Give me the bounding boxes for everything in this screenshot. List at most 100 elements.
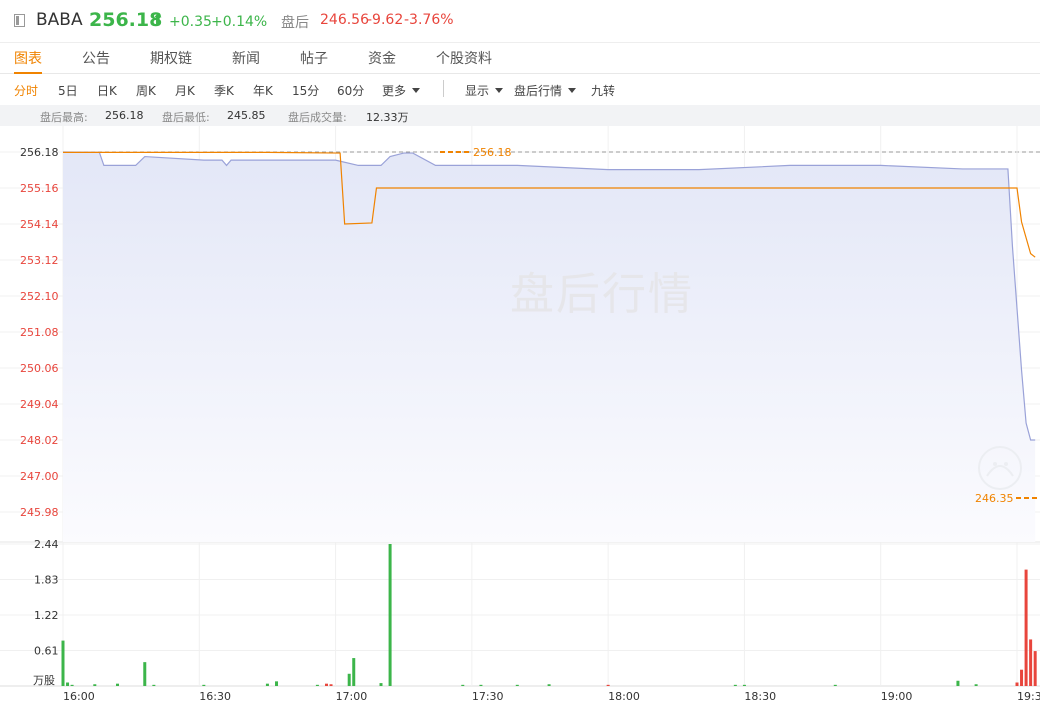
price-tick-label: 245.98 bbox=[20, 506, 59, 519]
after-hours-change-pct: -3.76% bbox=[404, 12, 454, 28]
chevron-down-icon bbox=[412, 88, 421, 93]
tab-chart[interactable]: 图表 bbox=[14, 48, 42, 74]
volume-bar bbox=[324, 683, 328, 686]
time-tick-label: 18:00 bbox=[608, 690, 640, 703]
volume-tick-label: 2.44 bbox=[34, 538, 59, 551]
period-month-k[interactable]: 月K bbox=[175, 82, 195, 99]
volume-bar bbox=[479, 684, 483, 686]
volume-tick-label: 1.83 bbox=[34, 574, 59, 587]
volume-bar bbox=[66, 682, 70, 686]
quote-header: BABA 256.18 ⬆ +0.35 +0.14% 盘后 246.56 -9.… bbox=[0, 0, 1040, 43]
volume-bar bbox=[606, 684, 610, 686]
volume-bar bbox=[956, 680, 960, 686]
volume-bar bbox=[70, 684, 74, 686]
volume-bar bbox=[202, 684, 206, 686]
tab-capital[interactable]: 资金 bbox=[368, 48, 396, 72]
time-tick-label: 16:00 bbox=[63, 690, 95, 703]
more-label: 更多 bbox=[382, 84, 407, 98]
volume-bar bbox=[515, 684, 519, 686]
tab-news[interactable]: 新闻 bbox=[232, 48, 260, 72]
volume-bar bbox=[1024, 569, 1028, 686]
volume-bar bbox=[93, 684, 97, 686]
price-tick-label: 250.06 bbox=[20, 362, 59, 375]
period-quarter-k[interactable]: 季K bbox=[214, 82, 234, 99]
time-tick-label: 18:30 bbox=[744, 690, 776, 703]
volume-tick-label: 0.61 bbox=[34, 645, 59, 658]
chevron-down-icon bbox=[568, 88, 577, 93]
time-tick-label: 17:30 bbox=[472, 690, 504, 703]
divider bbox=[443, 80, 444, 97]
volume-bar bbox=[61, 640, 65, 686]
up-arrow-icon: ⬆ bbox=[152, 12, 164, 28]
after-hours-label: 盘后 bbox=[281, 15, 309, 31]
after-hours-stats: 盘后最高: 256.18 盘后最低: 245.85 盘后成交量: 12.33万 bbox=[0, 105, 1040, 126]
volume-bar bbox=[315, 684, 319, 686]
period-15min[interactable]: 15分 bbox=[292, 82, 319, 99]
tab-announcements[interactable]: 公告 bbox=[82, 48, 110, 72]
after-hours-price: 246.56 bbox=[320, 12, 369, 28]
time-tick-label: 17:00 bbox=[336, 690, 368, 703]
low-value: 245.85 bbox=[227, 109, 266, 122]
volume-bar bbox=[265, 683, 269, 686]
volume-bar bbox=[461, 684, 465, 686]
sidebar-toggle-icon[interactable] bbox=[14, 14, 25, 27]
price-tick-label: 249.04 bbox=[20, 398, 59, 411]
volume-bar bbox=[388, 544, 392, 686]
tab-options-chain[interactable]: 期权链 bbox=[150, 48, 192, 72]
volume-bar bbox=[1029, 639, 1033, 686]
display-dropdown[interactable]: 显示 bbox=[465, 82, 504, 99]
volume-bar bbox=[379, 683, 383, 686]
volume-bar bbox=[833, 684, 837, 686]
after-hours-dropdown[interactable]: 盘后行情 bbox=[514, 82, 577, 99]
low-marker-label: 246.35 bbox=[975, 492, 1014, 505]
volume-bar bbox=[329, 684, 333, 686]
price-tick-label: 247.00 bbox=[20, 470, 59, 483]
volume-label: 盘后成交量: bbox=[288, 111, 347, 124]
stock-symbol: BABA bbox=[36, 10, 83, 30]
high-label: 盘后最高: bbox=[40, 111, 88, 124]
volume-tick-label: 1.22 bbox=[34, 609, 59, 622]
tab-posts[interactable]: 帖子 bbox=[300, 48, 328, 72]
price-change-pct: +0.14% bbox=[211, 14, 268, 30]
price-tick-label: 256.18 bbox=[20, 146, 59, 159]
price-area bbox=[63, 152, 1036, 542]
period-day-k[interactable]: 日K bbox=[97, 82, 117, 99]
price-tick-label: 253.12 bbox=[20, 254, 59, 267]
period-year-k[interactable]: 年K bbox=[253, 82, 273, 99]
volume-bar bbox=[547, 684, 551, 686]
price-tick-label: 255.16 bbox=[20, 182, 59, 195]
volume-bar bbox=[1015, 682, 1019, 686]
intraday-chart[interactable]: 256.18 246.35 256.18 255.16 254.14 253.12 252… bbox=[0, 126, 1040, 713]
volume-value: 12.33万 bbox=[366, 111, 409, 124]
volume-bar bbox=[1033, 651, 1037, 686]
volume-unit-label: 万股 bbox=[33, 674, 55, 687]
display-label: 显示 bbox=[465, 84, 490, 98]
period-5d[interactable]: 5日 bbox=[58, 82, 78, 99]
high-value: 256.18 bbox=[105, 109, 144, 122]
low-label: 盘后最低: bbox=[162, 111, 210, 124]
price-tick-label: 248.02 bbox=[20, 434, 59, 447]
more-dropdown[interactable]: 更多 bbox=[382, 82, 421, 99]
time-tick-label: 19:30 bbox=[1017, 690, 1040, 703]
volume-bar bbox=[275, 681, 279, 686]
price-tick-label: 252.10 bbox=[20, 290, 59, 303]
chevron-down-icon bbox=[495, 88, 504, 93]
nine-turn-toggle[interactable]: 九转 bbox=[591, 82, 615, 99]
period-week-k[interactable]: 周K bbox=[136, 82, 156, 99]
high-marker-label: 256.18 bbox=[473, 146, 512, 159]
time-tick-label: 19:00 bbox=[881, 690, 913, 703]
volume-bar bbox=[974, 684, 978, 686]
period-60min[interactable]: 60分 bbox=[337, 82, 364, 99]
after-hours-option-label: 盘后行情 bbox=[514, 84, 563, 98]
period-selector: 分时 5日 日K 周K 月K 季K 年K 15分 60分 更多 显示 盘后行情 … bbox=[0, 74, 1040, 104]
main-tabs: 图表 公告 期权链 新闻 帖子 资金 个股资料 bbox=[0, 42, 1040, 74]
volume-bar bbox=[347, 673, 351, 686]
volume-bar bbox=[143, 662, 147, 686]
volume-bar bbox=[1020, 669, 1024, 686]
price-change: +0.35 bbox=[169, 14, 212, 30]
volume-bar bbox=[152, 684, 156, 686]
tab-profile[interactable]: 个股资料 bbox=[436, 48, 492, 72]
volume-bar bbox=[352, 658, 356, 686]
chart-watermark: 盘后行情 bbox=[510, 269, 694, 320]
period-intraday[interactable]: 分时 bbox=[14, 82, 38, 99]
